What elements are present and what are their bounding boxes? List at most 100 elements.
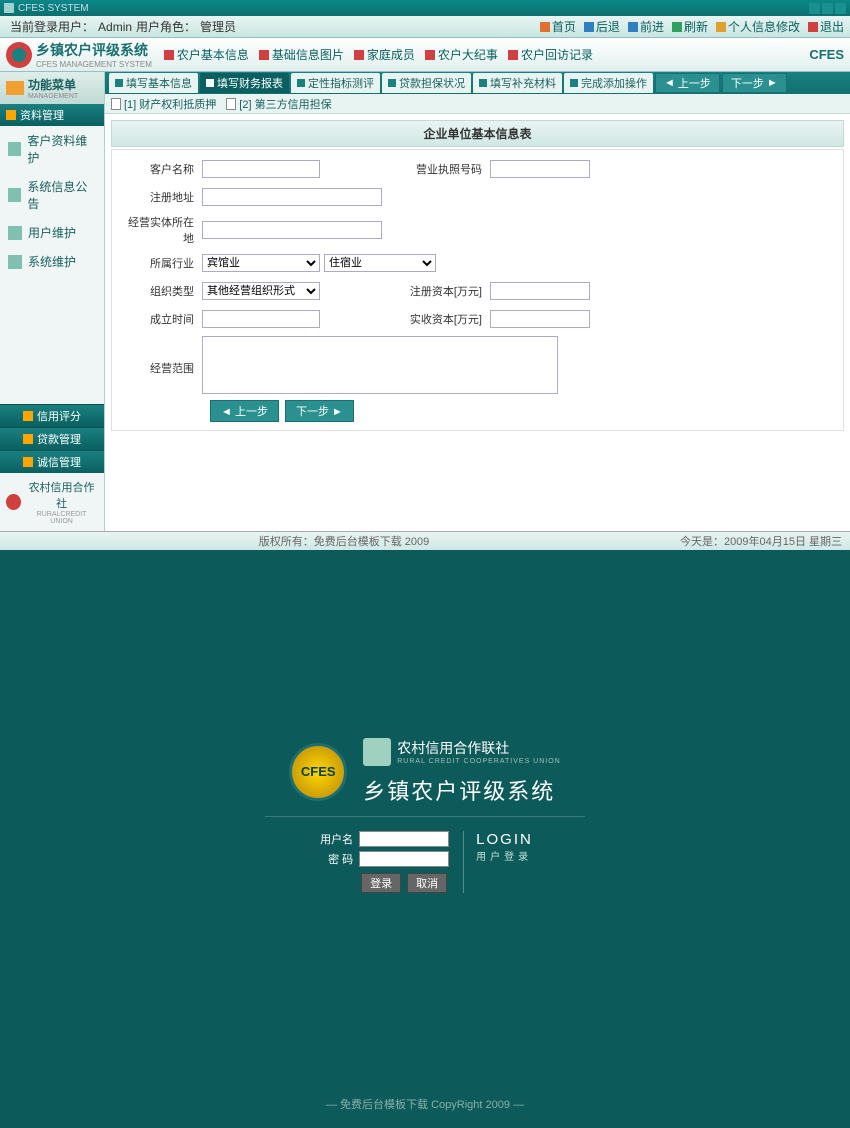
nav-icon (425, 50, 435, 60)
refresh-link[interactable]: 刷新 (672, 18, 708, 35)
label-regcapital: 注册资本[万元] (390, 283, 490, 299)
input-estdate[interactable] (202, 310, 320, 328)
main-row: 功能菜单 MANAGEMENT 资料管理 客户资料维护 系统信息公告 用户维护 … (0, 72, 850, 532)
input-regaddr[interactable] (202, 188, 382, 206)
sidebar-item-users[interactable]: 用户维护 (0, 218, 104, 247)
partner-sub: RURALCREDIT UNION (25, 511, 98, 525)
tab-basic-info[interactable]: 填写基本信息 (109, 73, 198, 93)
coop-icon (363, 738, 391, 766)
nav-basic-info[interactable]: 农户基本信息 (164, 46, 249, 63)
tab-loan-guarantee[interactable]: 贷款担保状况 (382, 73, 471, 93)
role-label: 用户角色： (136, 18, 196, 35)
forward-link[interactable]: 前进 (628, 18, 664, 35)
label-orgtype: 组织类型 (122, 283, 202, 299)
input-regcapital[interactable] (490, 282, 590, 300)
btn-icon (23, 411, 33, 421)
user-info: 当前登录用户： Admin 用户角色： 管理员 (6, 18, 236, 35)
login-user-label: 用户名 (317, 831, 353, 847)
form-prev-button[interactable]: ◄ 上一步 (210, 400, 279, 422)
nav-images[interactable]: 基础信息图片 (259, 46, 344, 63)
page-icon (111, 98, 121, 110)
menu-icon (6, 81, 24, 95)
logout-link[interactable]: 退出 (808, 18, 844, 35)
refresh-icon (672, 22, 682, 32)
sidebar-item-notice[interactable]: 系统信息公告 (0, 172, 104, 218)
back-link[interactable]: 后退 (584, 18, 620, 35)
page-footer: — 免费后台模板下载 CopyRight 2009 — (0, 1080, 850, 1128)
tab-icon (388, 79, 396, 87)
profile-link[interactable]: 个人信息修改 (716, 18, 800, 35)
role-value: 管理员 (200, 18, 236, 35)
nav-family[interactable]: 家庭成员 (354, 46, 415, 63)
close-button[interactable] (835, 3, 846, 14)
login-system-title: 乡镇农户评级系统 (363, 774, 561, 806)
home-link[interactable]: 首页 (540, 18, 576, 35)
subtab-property[interactable]: [1] 财产权利抵质押 (111, 96, 216, 112)
login-user-input[interactable] (359, 831, 449, 847)
label-regaddr: 注册地址 (122, 189, 202, 205)
sidebar-loan-mgmt[interactable]: 贷款管理 (0, 427, 104, 450)
form-area: 企业单位基本信息表 客户名称 营业执照号码 注册地址 经营实体所在地 (105, 114, 850, 437)
sidebar-item-customer[interactable]: 客户资料维护 (0, 126, 104, 172)
input-bizlicense[interactable] (490, 160, 590, 178)
login-coop: 农村信用合作联社 RURAL CREDIT COOPERATIVES UNION (363, 738, 561, 766)
tab-icon (570, 79, 578, 87)
titlebar-title: CFES SYSTEM (18, 3, 89, 14)
tab-financial[interactable]: 填写财务报表 (200, 73, 289, 93)
app-window: CFES SYSTEM 当前登录用户： Admin 用户角色： 管理员 首页 后… (0, 0, 850, 550)
input-paidcapital[interactable] (490, 310, 590, 328)
back-icon (584, 22, 594, 32)
tab-complete[interactable]: 完成添加操作 (564, 73, 653, 93)
brand-badge: CFES (809, 47, 844, 62)
folder-icon (6, 110, 16, 120)
sidebar-section[interactable]: 资料管理 (0, 104, 104, 126)
toolbar: 当前登录用户： Admin 用户角色： 管理员 首页 后退 前进 刷新 个人信息… (0, 16, 850, 38)
forward-icon (628, 22, 638, 32)
tabs-next-button[interactable]: 下一步 ► (722, 73, 787, 93)
nav-icon (259, 50, 269, 60)
sidebar-credit-score[interactable]: 信用评分 (0, 404, 104, 427)
subtab-thirdparty[interactable]: [2] 第三方信用担保 (226, 96, 331, 112)
select-industry2[interactable]: 住宿业 (324, 254, 436, 272)
nav-icon (508, 50, 518, 60)
section-label: 资料管理 (20, 107, 64, 123)
header: 乡镇农户评级系统 CFES MANAGEMENT SYSTEM 农户基本信息 基… (0, 38, 850, 72)
nav-icon (354, 50, 364, 60)
input-bizaddr[interactable] (202, 221, 382, 239)
login-submit-button[interactable]: 登录 (361, 873, 401, 893)
tab-supplement[interactable]: 填写补充材料 (473, 73, 562, 93)
label-estdate: 成立时间 (122, 311, 202, 327)
login-cancel-button[interactable]: 取消 (407, 873, 447, 893)
login-pwd-field: 密 码 (317, 851, 449, 867)
login-pwd-input[interactable] (359, 851, 449, 867)
sidebar-integrity-mgmt[interactable]: 诚信管理 (0, 450, 104, 473)
form-next-button[interactable]: 下一步 ► (285, 400, 354, 422)
item-icon (8, 255, 22, 269)
tab-qualitative[interactable]: 定性指标测评 (291, 73, 380, 93)
tabs: 填写基本信息 填写财务报表 定性指标测评 贷款担保状况 填写补充材料 完成添加操… (105, 72, 850, 94)
footer-copyright: 版权所有：免费后台模板下载 2009 (8, 533, 680, 549)
tab-icon (115, 79, 123, 87)
nav-events[interactable]: 农户大纪事 (425, 46, 498, 63)
top-nav: 农户基本信息 基础信息图片 家庭成员 农户大纪事 农户回访记录 (164, 46, 593, 63)
textarea-bizscope[interactable] (202, 336, 558, 394)
home-icon (540, 22, 550, 32)
select-orgtype[interactable]: 其他经营组织形式 (202, 282, 320, 300)
label-custname: 客户名称 (122, 161, 202, 177)
sidebar-bottom: 信用评分 贷款管理 诚信管理 农村信用合作社 RURALCREDIT UNION (0, 404, 104, 531)
minimize-button[interactable] (809, 3, 820, 14)
btn-icon (23, 434, 33, 444)
sidebar-subtitle: MANAGEMENT (28, 93, 78, 100)
maximize-button[interactable] (822, 3, 833, 14)
tabs-prev-button[interactable]: ◄ 上一步 (655, 73, 720, 93)
select-industry1[interactable]: 宾馆业 (202, 254, 320, 272)
label-bizlicense: 营业执照号码 (390, 161, 490, 177)
item-icon (8, 188, 21, 202)
logo-title: 乡镇农户评级系统 (36, 42, 148, 58)
label-bizaddr: 经营实体所在地 (122, 214, 202, 246)
sidebar-item-system[interactable]: 系统维护 (0, 247, 104, 276)
input-custname[interactable] (202, 160, 320, 178)
nav-visits[interactable]: 农户回访记录 (508, 46, 593, 63)
sidebar-title: 功能菜单 (28, 76, 78, 93)
titlebar: CFES SYSTEM (0, 0, 850, 16)
